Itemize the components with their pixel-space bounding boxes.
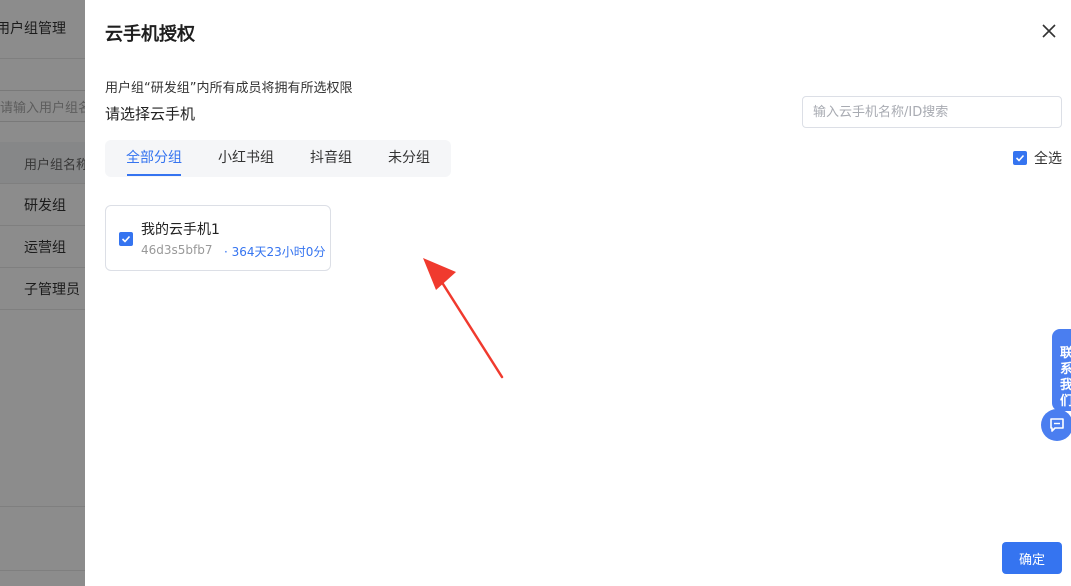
close-icon (1042, 24, 1056, 38)
contact-us-label: 联系我们 (1060, 346, 1071, 409)
tab-all-groups[interactable]: 全部分组 (115, 140, 193, 177)
phone-remaining-time: · 364天23小时0分 (224, 245, 326, 259)
phone-search-input[interactable] (802, 96, 1062, 128)
section-title: 请选择云手机 (105, 105, 196, 123)
permission-hint: 用户组“研发组”内所有成员将拥有所选权限 (105, 81, 353, 96)
tab-douyin-group[interactable]: 抖音组 (299, 140, 363, 177)
phone-name: 我的云手机1 (141, 222, 220, 238)
select-all-label: 全选 (1034, 151, 1062, 167)
chat-button[interactable] (1041, 409, 1071, 441)
tab-ungrouped[interactable]: 未分组 (377, 140, 441, 177)
group-tabs: 全部分组 小红书组 抖音组 未分组 (105, 140, 451, 177)
chat-icon (1050, 418, 1064, 432)
checkbox-checked-icon[interactable] (119, 232, 133, 246)
close-button[interactable] (1037, 19, 1061, 43)
annotation-arrow-icon (423, 258, 504, 379)
drawer-title: 云手机授权 (105, 24, 195, 45)
checkbox-checked-icon (1013, 151, 1027, 165)
confirm-button[interactable]: 确定 (1002, 542, 1062, 574)
select-all-checkbox[interactable]: 全选 (1013, 148, 1062, 168)
contact-us-tab[interactable]: 联系我们 (1052, 329, 1071, 411)
phone-id: 46d3s5bfb7 (141, 243, 213, 257)
tab-xiaohongshu-group[interactable]: 小红书组 (207, 140, 285, 177)
authorization-drawer: 云手机授权 用户组“研发组”内所有成员将拥有所选权限 请选择云手机 全部分组 小… (85, 0, 1071, 586)
phone-card[interactable]: 我的云手机1 46d3s5bfb7 · 364天23小时0分 (105, 205, 331, 271)
